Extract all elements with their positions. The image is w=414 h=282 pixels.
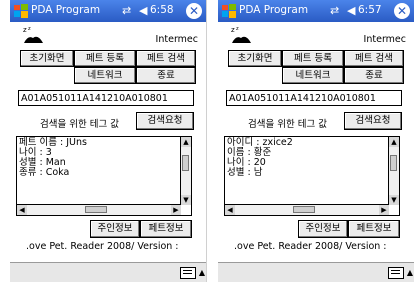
app-title: PDA Program [239, 4, 309, 16]
svg-text:z: z [23, 26, 27, 34]
clock[interactable]: 6:57 [358, 4, 382, 16]
init-screen-button[interactable]: 초기화면 [228, 50, 282, 67]
scroll-left-icon[interactable]: ◀ [225, 205, 235, 215]
scroll-thumb[interactable] [293, 206, 315, 213]
owner-info-listbox[interactable]: 아이디 : zxice2 이름 : 황준 나이 : 20 성별 : 남 ▲ ▼ … [224, 136, 400, 216]
keyboard-icon[interactable] [388, 267, 404, 279]
close-icon[interactable]: ✕ [186, 3, 202, 19]
horizontal-scrollbar[interactable]: ◀ ▶ [17, 204, 181, 215]
owner-info-button[interactable]: 주인정보 [90, 220, 140, 238]
scroll-right-icon[interactable]: ▶ [379, 205, 389, 215]
network-button[interactable]: 네트워크 [74, 67, 136, 84]
menu-bar: ▲ [10, 262, 206, 282]
search-tag-label: 검색을 위한 테그 값 [248, 119, 327, 130]
pet-search-button[interactable]: 페트 검색 [136, 50, 196, 67]
svg-text:z: z [28, 26, 31, 32]
search-tag-label: 검색을 위한 테그 값 [40, 119, 119, 130]
pda-screen-right: PDA Program ⇄ ◀ 6:57 ✕ z z Intermec 초기화면… [218, 0, 414, 282]
sleeping-logo-icon: z z [231, 26, 251, 43]
vertical-scrollbar[interactable]: ▲ ▼ [388, 137, 399, 205]
horizontal-scrollbar[interactable]: ◀ ▶ [225, 204, 389, 215]
search-request-button[interactable]: 검색요청 [136, 112, 194, 130]
clock[interactable]: 6:58 [150, 4, 174, 16]
sleeping-logo-icon: z z [23, 26, 43, 43]
pet-info-button[interactable]: 페트정보 [140, 220, 192, 238]
scroll-down-icon[interactable]: ▼ [181, 195, 191, 205]
svg-text:z: z [231, 26, 235, 34]
scroll-up-icon[interactable]: ▲ [389, 137, 399, 147]
info-lines: 아이디 : zxice2 이름 : 황준 나이 : 20 성별 : 남 [227, 138, 293, 178]
scroll-down-icon[interactable]: ▼ [389, 195, 399, 205]
windows-flag-icon[interactable] [13, 3, 29, 19]
keyboard-icon[interactable] [180, 267, 196, 279]
chevron-up-icon[interactable]: ▲ [407, 268, 413, 277]
scroll-thumb[interactable] [182, 155, 189, 171]
svg-text:z: z [236, 26, 239, 32]
title-bar: PDA Program ⇄ ◀ 6:57 ✕ [218, 0, 414, 22]
pet-register-button[interactable]: 페트 등록 [282, 50, 344, 67]
pet-info-button[interactable]: 페트정보 [348, 220, 400, 238]
pet-search-button[interactable]: 페트 검색 [344, 50, 404, 67]
pet-register-button[interactable]: 페트 등록 [74, 50, 136, 67]
brand-label: Intermec [155, 34, 198, 45]
exit-button[interactable]: 종료 [136, 67, 196, 84]
info-line: 종류 : Coka [19, 167, 70, 178]
exit-button[interactable]: 종료 [344, 67, 404, 84]
scroll-right-icon[interactable]: ▶ [171, 205, 181, 215]
scroll-thumb[interactable] [390, 155, 397, 171]
init-screen-button[interactable]: 초기화면 [20, 50, 74, 67]
windows-flag-icon[interactable] [221, 3, 237, 19]
scroll-left-icon[interactable]: ◀ [17, 205, 27, 215]
volume-icon[interactable]: ◀ [139, 4, 147, 17]
footer-version-label: .ove Pet. Reader 2008/ Version : [26, 241, 179, 252]
tag-input[interactable]: A01A051011A141210A010801 [226, 90, 402, 106]
scroll-thumb[interactable] [85, 206, 107, 213]
vertical-scrollbar[interactable]: ▲ ▼ [180, 137, 191, 205]
pet-info-listbox[interactable]: 페트 이름 : JUns 나이 : 3 성별 : Man 종류 : Coka ▲… [16, 136, 192, 216]
scroll-up-icon[interactable]: ▲ [181, 137, 191, 147]
title-bar: PDA Program ⇄ ◀ 6:58 ✕ [10, 0, 206, 22]
network-button[interactable]: 네트워크 [282, 67, 344, 84]
footer-version-label: .ove Pet. Reader 2008/ Version : [234, 241, 387, 252]
menu-bar: ▲ [218, 262, 414, 282]
signal-icon[interactable]: ⇄ [330, 4, 339, 17]
search-request-button[interactable]: 검색요청 [344, 112, 402, 130]
chevron-up-icon[interactable]: ▲ [199, 268, 205, 277]
info-line: 성별 : 남 [227, 167, 263, 178]
close-icon[interactable]: ✕ [394, 3, 410, 19]
pda-screen-left: PDA Program ⇄ ◀ 6:58 ✕ z z Intermec 초기화면… [10, 0, 207, 282]
volume-icon[interactable]: ◀ [347, 4, 355, 17]
brand-label: Intermec [363, 34, 406, 45]
signal-icon[interactable]: ⇄ [122, 4, 131, 17]
tag-input[interactable]: A01A051011A141210A010801 [18, 90, 194, 106]
info-lines: 페트 이름 : JUns 나이 : 3 성별 : Man 종류 : Coka [19, 138, 87, 178]
app-title: PDA Program [31, 4, 101, 16]
owner-info-button[interactable]: 주인정보 [298, 220, 348, 238]
